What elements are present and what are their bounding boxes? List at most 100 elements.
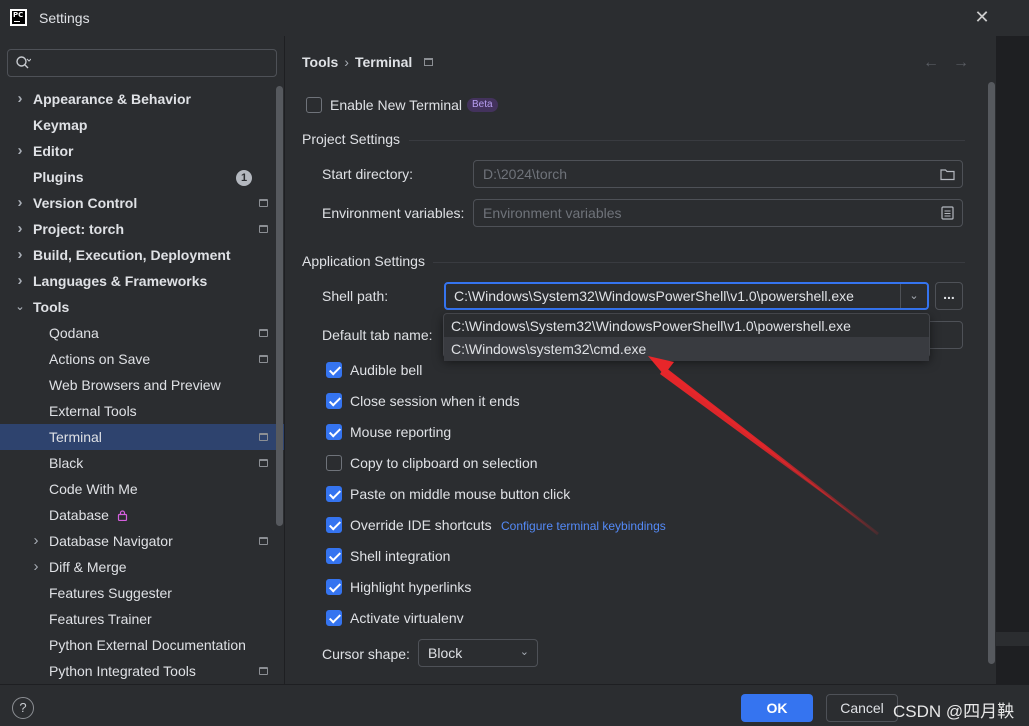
sidebar-item[interactable]: Actions on Save [0, 346, 284, 372]
close-icon[interactable]: ✕ [973, 8, 991, 26]
cursor-shape-select[interactable]: Block ⌄ [418, 639, 538, 667]
option-checkbox[interactable] [326, 579, 342, 595]
start-directory-field[interactable]: D:\2024\torch [473, 160, 963, 188]
settings-tree: › Appearance & Behavior Keymap › Editor Plugi… [0, 86, 284, 684]
option-label: Activate virtualenv [350, 610, 464, 626]
sidebar-item-label: Tools [33, 299, 70, 315]
option-checkbox[interactable] [326, 455, 342, 471]
sidebar-item-label: Languages & Frameworks [33, 273, 208, 289]
sidebar-item[interactable]: Terminal [0, 424, 284, 450]
sidebar-item[interactable]: Python Integrated Tools [0, 658, 284, 684]
help-button[interactable]: ? [12, 697, 34, 719]
chevron-right-icon[interactable]: › [30, 554, 42, 580]
project-scope-icon [259, 355, 268, 363]
lock-icon [117, 510, 128, 521]
edit-list-icon[interactable] [940, 206, 955, 220]
chevron-right-icon[interactable]: › [14, 242, 26, 268]
shell-path-dropdown: C:\Windows\System32\WindowsPowerShell\v1… [443, 313, 930, 361]
cancel-button[interactable]: Cancel [826, 694, 898, 722]
breadcrumb-parent[interactable]: Tools [302, 54, 338, 70]
project-scope-icon [259, 537, 268, 545]
chevron-right-icon[interactable]: › [14, 86, 26, 112]
option-checkbox[interactable] [326, 424, 342, 440]
sidebar-item[interactable]: Features Trainer [0, 606, 284, 632]
content-scrollbar[interactable] [988, 82, 995, 664]
back-arrow-icon[interactable]: ← [923, 54, 953, 71]
sidebar-item[interactable]: › Languages & Frameworks [0, 268, 284, 294]
browse-shell-button[interactable]: ... [935, 282, 963, 310]
settings-search[interactable] [7, 49, 277, 77]
beta-badge: Beta [467, 98, 498, 112]
sidebar-item[interactable]: Black [0, 450, 284, 476]
csdn-watermark: CSDN @四月鞅 [893, 702, 1015, 721]
project-scope-icon [259, 433, 268, 441]
breadcrumb-current: Terminal [354, 54, 413, 70]
env-vars-field[interactable]: Environment variables [473, 199, 963, 227]
shell-path-combo[interactable]: C:\Windows\System32\WindowsPowerShell\v1… [444, 282, 929, 310]
project-scope-icon [259, 225, 268, 233]
combo-divider [900, 284, 901, 308]
option-checkbox[interactable] [326, 393, 342, 409]
option-checkbox[interactable] [326, 486, 342, 502]
sidebar-item[interactable]: › Appearance & Behavior [0, 86, 284, 112]
sidebar-item-label: Web Browsers and Preview [49, 377, 221, 393]
sidebar-item[interactable]: Features Suggester [0, 580, 284, 606]
configure-keybindings-link[interactable]: Configure terminal keybindings [501, 519, 666, 533]
sidebar-item[interactable]: › Build, Execution, Deployment [0, 242, 284, 268]
folder-icon[interactable] [940, 167, 955, 181]
sidebar-item-label: Features Suggester [49, 585, 172, 601]
ok-button[interactable]: OK [741, 694, 813, 722]
sidebar-item[interactable]: Qodana [0, 320, 284, 346]
sidebar-item[interactable]: › Project: torch [0, 216, 284, 242]
option-label: Close session when it ends [350, 393, 520, 409]
chevron-right-icon[interactable]: › [14, 268, 26, 294]
enable-new-terminal-label: Enable New Terminal [330, 97, 463, 113]
sidebar-item-label: Code With Me [49, 481, 138, 497]
default-tab-name-label: Default tab name: [322, 327, 433, 343]
sidebar-item[interactable]: External Tools [0, 398, 284, 424]
section-separator [433, 262, 965, 263]
cursor-shape-value: Block [428, 645, 463, 661]
chevron-right-icon[interactable]: › [30, 528, 42, 554]
project-scope-icon [259, 667, 268, 675]
chevron-right-icon[interactable]: › [14, 190, 26, 216]
option-label: Shell integration [350, 548, 451, 564]
sidebar-item[interactable]: Web Browsers and Preview [0, 372, 284, 398]
option-checkbox[interactable] [326, 548, 342, 564]
sidebar-item[interactable]: Database [0, 502, 284, 528]
forward-arrow-icon[interactable]: → [953, 54, 983, 71]
shell-option-powershell[interactable]: C:\Windows\System32\WindowsPowerShell\v1… [444, 314, 929, 338]
chevron-down-icon[interactable]: ⌄ [907, 287, 921, 305]
sidebar-item[interactable]: › Diff & Merge [0, 554, 284, 580]
sidebar-item[interactable]: Code With Me [0, 476, 284, 502]
chevron-right-icon[interactable]: › [14, 216, 26, 242]
default-tab-name-field[interactable] [925, 321, 963, 349]
project-scope-icon [259, 329, 268, 337]
sidebar-item-label: Plugins [33, 169, 84, 185]
sidebar-item-label: External Tools [49, 403, 137, 419]
sidebar-item[interactable]: Plugins 1 [0, 164, 284, 190]
sidebar-scrollbar[interactable] [276, 86, 283, 526]
breadcrumb: Tools › Terminal [302, 54, 434, 70]
chevron-right-icon[interactable]: › [14, 138, 26, 164]
option-checkbox[interactable] [326, 362, 342, 378]
window-title: Settings [39, 10, 90, 26]
sidebar-item-label: Appearance & Behavior [33, 91, 191, 107]
sidebar-item[interactable]: Python External Documentation [0, 632, 284, 658]
sidebar-item[interactable]: › Editor [0, 138, 284, 164]
shell-path-value: C:\Windows\System32\WindowsPowerShell\v1… [454, 288, 854, 304]
sidebar-item[interactable]: Keymap [0, 112, 284, 138]
sidebar-item[interactable]: › Database Navigator [0, 528, 284, 554]
project-settings-title: Project Settings [302, 131, 401, 147]
search-input[interactable] [40, 54, 270, 72]
sidebar-item[interactable]: › Version Control [0, 190, 284, 216]
option-checkbox[interactable] [326, 517, 342, 533]
chevron-down-icon[interactable]: ⌄ [14, 294, 26, 320]
shell-path-label: Shell path: [322, 288, 389, 304]
sidebar-item-label: Database [49, 507, 109, 523]
sidebar-item[interactable]: ⌄ Tools [0, 294, 284, 320]
enable-new-terminal-checkbox[interactable] [306, 97, 322, 113]
shell-option-cmd[interactable]: C:\Windows\system32\cmd.exe [444, 337, 929, 361]
option-checkbox[interactable] [326, 610, 342, 626]
settings-sidebar: › Appearance & Behavior Keymap › Editor Plugi… [0, 36, 284, 684]
